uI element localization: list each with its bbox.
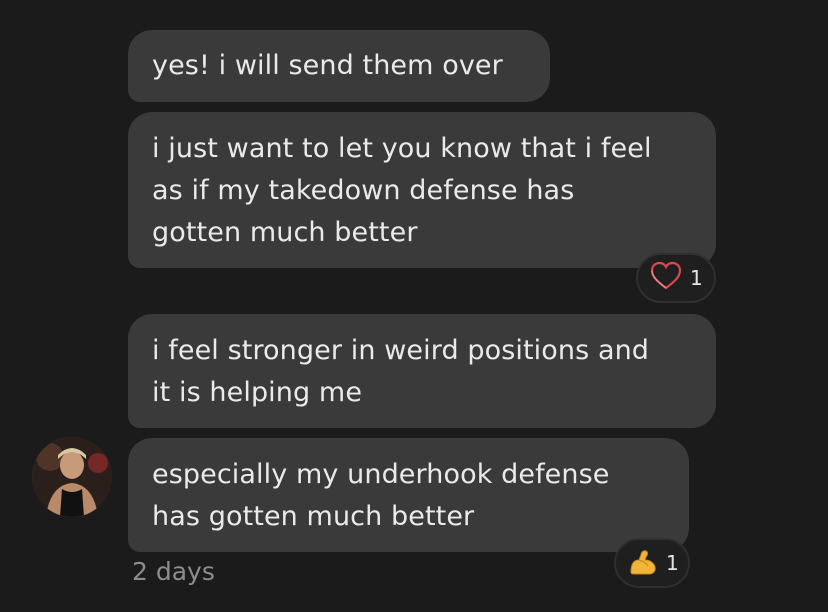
avatar[interactable]: [32, 437, 112, 517]
message-bubble[interactable]: especially my underhook defense has gott…: [128, 438, 689, 552]
flexed-biceps-icon: [628, 546, 658, 581]
message-bubble[interactable]: i just want to let you know that i feel …: [128, 112, 716, 268]
timestamp: 2 days: [132, 557, 215, 586]
message-bubble[interactable]: i feel stronger in weird positions and i…: [128, 314, 716, 428]
message-bubble[interactable]: yes! i will send them over: [128, 30, 550, 102]
reaction-count: 1: [690, 266, 703, 290]
heart-icon: [650, 261, 682, 296]
chat-thread: yes! i will send them over i just want t…: [0, 0, 828, 612]
reaction-count: 1: [666, 551, 679, 575]
reaction-badge[interactable]: 1: [614, 538, 690, 588]
reaction-badge[interactable]: 1: [636, 253, 716, 303]
